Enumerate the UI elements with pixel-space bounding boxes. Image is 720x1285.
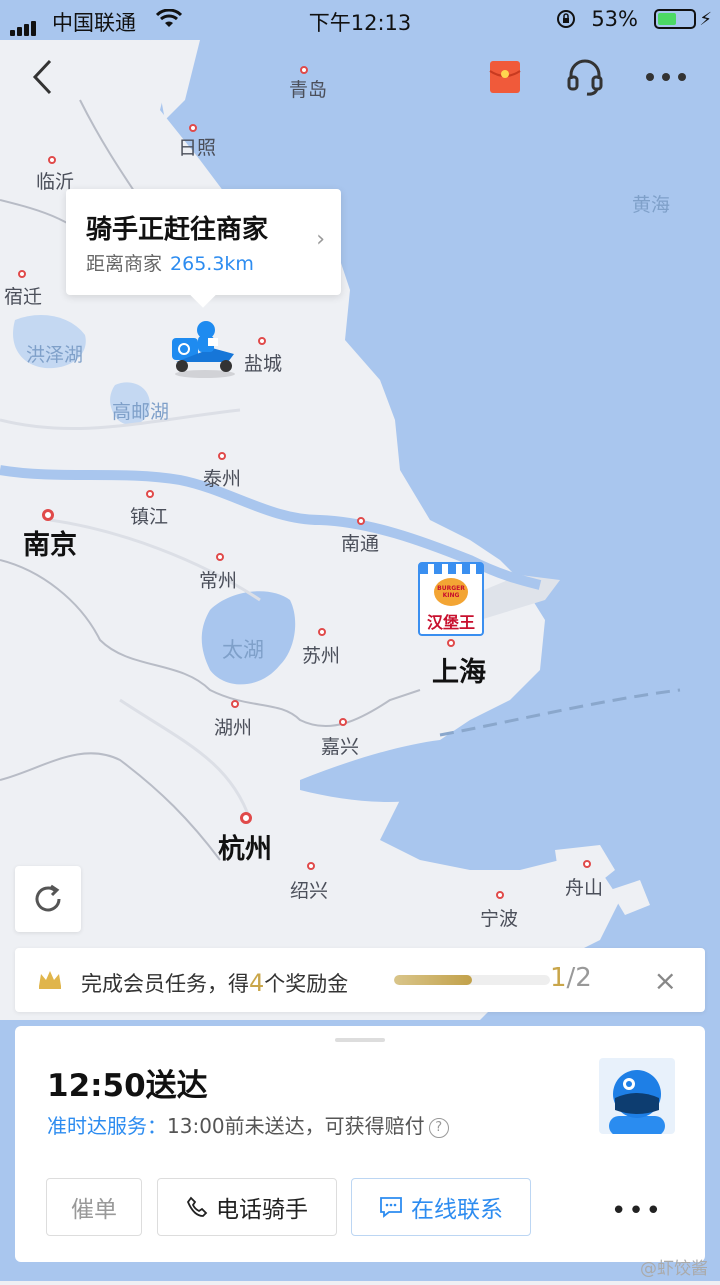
map-dot-nantong [357,517,365,525]
map-dot-huzhou [231,700,239,708]
red-packet-button[interactable] [480,52,530,102]
task-text: 完成会员任务，得4个奖励金 [81,968,348,998]
more-dots-icon [646,73,686,81]
member-task-banner[interactable]: 完成会员任务，得4个奖励金 1/2 × [15,948,705,1012]
map-label-suqian: 宿迁 [4,286,43,308]
distance-label: 距离商家 [86,253,163,275]
status-bar: 中国联通 下午12:13 53% ⚡ [0,0,720,40]
delivery-eta: 12:50送达 [47,1068,208,1104]
map-label-zhenjiang: 镇江 [130,506,169,528]
merchant-logo-box: BURGER KING 汉堡王 [418,562,484,636]
rider-marker[interactable] [168,318,242,378]
map-dot-rizhao [189,124,197,132]
refresh-button[interactable] [15,866,81,932]
order-status-card: 12:50送达 准时达服务：13:00前未送达，可获得赔付? 催单 电话骑手 在… [15,1026,705,1262]
map-label-nanjing: 南京 [23,530,77,561]
map-label-rizhao: 日照 [178,137,217,159]
burger-king-logo: BURGER KING [434,578,468,606]
service-desc: 13:00前未送达，可获得赔付 [167,1114,425,1138]
map-dot-suzhou [318,628,326,636]
map-label-nantong: 南通 [341,533,380,555]
rider-status-title: 骑手正赶往商家 [86,215,269,245]
merchant-marker[interactable]: BURGER KING 汉堡王 [418,562,484,650]
drag-handle[interactable] [335,1038,385,1042]
online-chat-button[interactable]: 在线联系 [351,1178,531,1236]
chat-icon [379,1196,403,1218]
merchant-brand-text: BURGER KING [437,585,465,599]
map-dot-linyi [48,156,56,164]
map-label-shanghai: 上海 [432,657,486,688]
merchant-name-label: 汉堡王 [426,613,475,632]
chevron-right-icon: › [316,227,325,252]
map-label-taizhou: 泰州 [203,468,242,490]
chevron-left-icon [32,59,52,95]
customer-service-button[interactable] [560,52,610,102]
map-dot-yancheng [258,337,266,345]
card-more-button[interactable]: ••• [611,1196,663,1226]
map-label-taihu: 太湖 [222,638,264,662]
map-label-hangzhou: 杭州 [218,834,272,865]
rider-helmet-icon [609,1070,665,1134]
back-button[interactable] [18,52,68,102]
map-dot-jiaxing [339,718,347,726]
refresh-icon [35,884,61,912]
close-icon[interactable]: × [654,964,677,997]
map-label-changzhou: 常州 [199,570,238,592]
battery-percent: 53% [591,7,638,31]
map-label-shaoxing: 绍兴 [290,880,329,902]
battery-icon [654,9,696,29]
map-label-hongzehu: 洪泽湖 [26,344,84,366]
charging-icon: ⚡ [699,9,712,30]
task-progress-fill [394,975,472,985]
service-name: 准时达服务： [47,1114,167,1138]
rotation-lock-icon [556,9,576,34]
map-dot-shanghai [447,639,455,647]
distance-value: 265.3km [170,253,254,275]
task-progress-done: 1 [550,963,567,993]
task-progress-count: 1/2 [550,963,592,993]
map-dot-suqian [18,270,26,278]
map-label-huanghai: 黄海 [632,194,671,216]
distance-text: 距离商家 265.3km [86,249,254,276]
urge-order-label: 催单 [71,1197,117,1223]
scooter-icon [172,321,235,378]
help-icon[interactable]: ? [428,1118,449,1138]
task-reward-count: 4 [249,969,265,997]
more-options-button[interactable] [641,52,691,102]
weibo-watermark: @虾饺酱 [640,1259,708,1279]
map-label-ningbo: 宁波 [480,908,519,930]
map-dot-nanjing [42,509,54,521]
map-dot-ningbo [496,891,504,899]
task-progress-bar [394,975,550,985]
rider-status-callout[interactable]: 骑手正赶往商家 距离商家 265.3km › [66,189,341,295]
phone-icon [186,1196,208,1218]
map-dot-zhenjiang [146,490,154,498]
map-label-qingdao: 青岛 [289,79,328,101]
call-rider-label: 电话骑手 [216,1197,308,1223]
headset-icon [567,59,603,96]
map-dot-changzhou [216,553,224,561]
map-label-yancheng: 盐城 [244,353,283,375]
map-label-jiaxing: 嘉兴 [321,736,360,758]
map-dot-shaoxing [307,862,315,870]
map-dot-hangzhou [240,812,252,824]
urge-order-button[interactable]: 催单 [46,1178,142,1236]
map-dot-taizhou [218,452,226,460]
task-text-suffix: 个奖励金 [264,972,349,996]
task-progress-total: /2 [566,963,592,993]
map-label-zhoushan: 舟山 [565,877,604,899]
online-chat-label: 在线联系 [411,1197,503,1223]
task-text-prefix: 完成会员任务，得 [81,972,249,996]
map-dot-qingdao [300,66,308,74]
map-label-suzhou: 苏州 [302,645,341,667]
crown-icon [37,968,63,994]
on-time-service: 准时达服务：13:00前未送达，可获得赔付? [47,1110,449,1139]
rider-avatar[interactable] [599,1058,675,1134]
map-label-gaoyouhu: 高邮湖 [112,401,170,423]
red-envelope-icon [489,61,521,93]
map-dot-zhoushan [583,860,591,868]
call-rider-button[interactable]: 电话骑手 [157,1178,337,1236]
map-label-huzhou: 湖州 [214,717,253,739]
